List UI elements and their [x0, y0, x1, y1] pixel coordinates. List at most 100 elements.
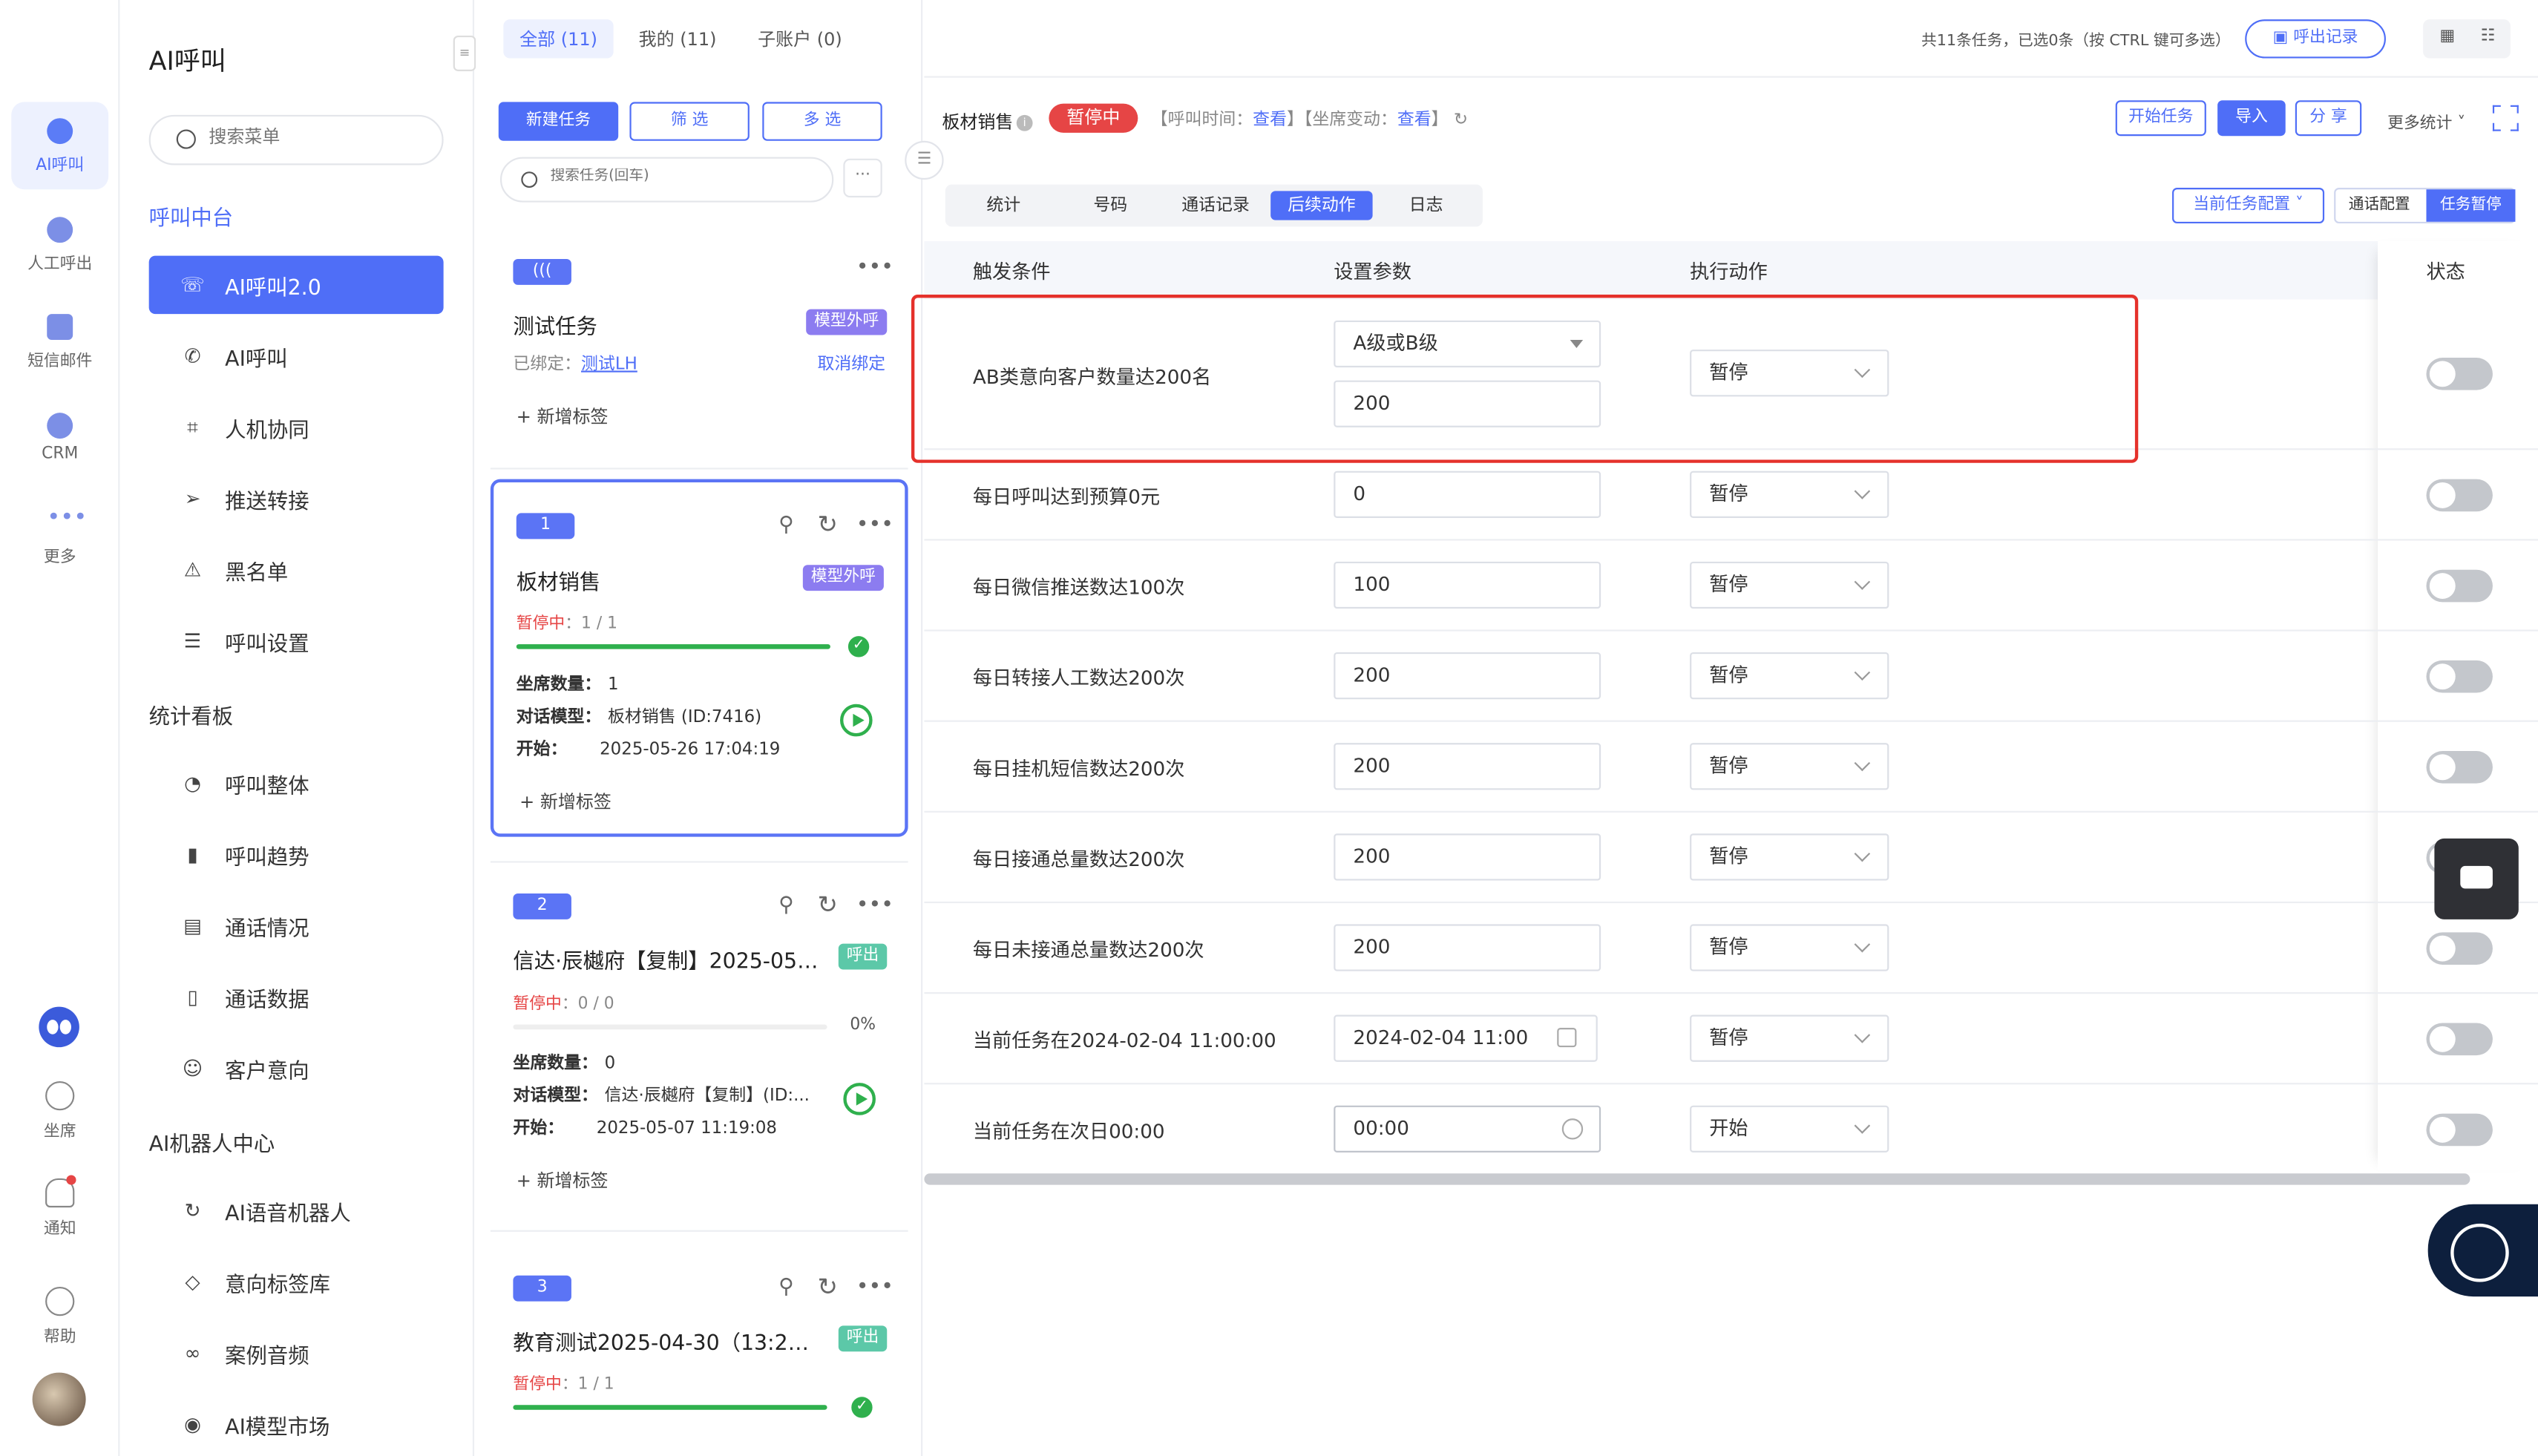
action-select[interactable]: 暂停 — [1690, 743, 1889, 790]
param-input[interactable]: 100 — [1334, 561, 1601, 609]
menu-item-intent-tags[interactable]: ◇ 意向标签库 — [149, 1253, 444, 1311]
menu-search[interactable] — [148, 114, 444, 165]
menu-item-model-market[interactable]: ◉ AI模型市场 — [149, 1395, 444, 1454]
menu-item-ai-call-2[interactable]: ☏ AI呼叫2.0 — [148, 255, 444, 315]
tab-numbers[interactable]: 号码 — [1069, 191, 1152, 220]
menu-item-call-status[interactable]: ▤ 通话情况 — [149, 896, 444, 955]
rail-more[interactable]: ••• 更多 — [11, 493, 108, 581]
refresh-icon[interactable]: ↻ — [1454, 110, 1468, 129]
menu-item-ai-call[interactable]: ✆ AI呼叫 — [149, 327, 444, 386]
status-toggle[interactable] — [2426, 479, 2493, 512]
param-input[interactable]: 200 — [1334, 833, 1601, 881]
seg-task-pause[interactable]: 任务暂停 — [2426, 189, 2516, 222]
task-more-button[interactable]: ··· — [843, 158, 882, 198]
menu-item-human-ai[interactable]: ⌗ 人机协同 — [149, 399, 444, 457]
param-input[interactable]: 200 — [1334, 924, 1601, 971]
panel-toggle-button[interactable]: ☰ — [905, 140, 944, 180]
task-search-input[interactable] — [550, 168, 810, 185]
multi-select-button[interactable]: 多 选 — [762, 102, 882, 141]
task-search[interactable] — [499, 157, 834, 203]
tab-sub-account[interactable]: 子账户 (0) — [741, 19, 858, 58]
collapse-menu-button[interactable]: ≡ — [453, 35, 476, 71]
more-dots-icon[interactable]: ••• — [856, 893, 893, 918]
play-icon[interactable] — [840, 704, 873, 737]
more-dots-icon[interactable]: ••• — [856, 256, 893, 281]
chat-float-button[interactable] — [2434, 838, 2519, 919]
task-card-2[interactable]: 2 ⚲ ↻ ••• 信达·辰樾府【复制】2025-05-... 呼出 暂停中：0… — [490, 873, 908, 1214]
tab-follow-up[interactable]: 后续动作 — [1270, 191, 1373, 220]
view-toggle[interactable]: ▦ ☷ — [2423, 19, 2511, 59]
phone-float-button[interactable] — [2427, 1204, 2538, 1297]
add-tag-button[interactable]: + 新增标签 — [517, 1167, 609, 1193]
rail-help[interactable]: 帮助 — [11, 1286, 108, 1347]
seg-call-config[interactable]: 通话配置 — [2335, 189, 2423, 222]
grid-view-icon[interactable]: ▦ — [2438, 27, 2457, 47]
param-input[interactable]: 200 — [1334, 743, 1601, 790]
status-toggle[interactable] — [2426, 751, 2493, 784]
menu-item-voice-robot[interactable]: ↻ AI语音机器人 — [149, 1181, 444, 1240]
avatar[interactable] — [32, 1372, 86, 1426]
refresh-icon[interactable]: ↻ — [817, 1272, 837, 1301]
horizontal-scrollbar[interactable] — [924, 1173, 2470, 1185]
menu-item-push-transfer[interactable]: ➢ 推送转接 — [149, 470, 444, 528]
task-card-3[interactable]: 3 ⚲ ↻ ••• 教育测试2025-04-30（13:20） 呼出 暂停中：1… — [490, 1256, 908, 1456]
bound-link[interactable]: 测试LH — [581, 355, 637, 374]
status-toggle[interactable] — [2426, 1113, 2493, 1147]
action-select[interactable]: 暂停 — [1690, 833, 1889, 881]
rail-manual-call[interactable]: 人工呼出 — [11, 200, 108, 288]
action-select[interactable]: 暂停 — [1690, 652, 1889, 700]
rail-seat[interactable]: 坐席 — [11, 1080, 108, 1141]
unbind-link[interactable]: 取消绑定 — [817, 351, 885, 376]
task-card-1[interactable]: 1 ⚲ ↻ ••• 板材销售 模型外呼 暂停中：1 / 1 ✓ 坐席数量： 1 对… — [490, 479, 908, 837]
menu-search-input[interactable] — [209, 126, 419, 148]
rail-ai-call[interactable]: AI呼叫 — [11, 102, 109, 190]
status-toggle[interactable] — [2426, 932, 2493, 965]
tab-call-records[interactable]: 通话记录 — [1172, 191, 1259, 220]
filter-button[interactable]: 筛 选 — [629, 102, 750, 141]
add-tag-button[interactable]: + 新增标签 — [517, 403, 609, 429]
new-task-button[interactable]: 新建任务 — [498, 102, 619, 141]
list-view-icon[interactable]: ☷ — [2478, 27, 2497, 47]
pin-icon[interactable]: ⚲ — [778, 893, 794, 918]
menu-item-case-audio[interactable]: ∞ 案例音频 — [149, 1324, 444, 1383]
add-tag-button[interactable]: + 新增标签 — [519, 788, 611, 814]
export-records-button[interactable]: ▣ 呼出记录 — [2245, 19, 2386, 59]
refresh-icon[interactable]: ↻ — [817, 510, 837, 539]
action-select[interactable]: 暂停 — [1690, 470, 1889, 518]
fullscreen-icon[interactable] — [2492, 105, 2519, 131]
more-dots-icon[interactable]: ••• — [856, 1276, 893, 1300]
menu-item-call-trend[interactable]: ▮ 呼叫趋势 — [149, 825, 444, 884]
date-picker[interactable]: 2024-02-04 11:00 — [1334, 1014, 1598, 1062]
menu-item-call-settings[interactable]: ☰ 呼叫设置 — [149, 611, 444, 670]
play-icon[interactable] — [843, 1083, 876, 1115]
status-toggle[interactable] — [2426, 569, 2493, 603]
time-picker[interactable]: 00:00 — [1334, 1105, 1601, 1152]
menu-item-call-overall[interactable]: ◔ 呼叫整体 — [149, 754, 444, 813]
more-dots-icon[interactable]: ••• — [856, 513, 893, 537]
rail-crm[interactable]: CRM — [11, 396, 108, 484]
status-toggle[interactable] — [2426, 358, 2493, 390]
tab-stats[interactable]: 统计 — [962, 191, 1046, 220]
action-select[interactable]: 开始 — [1690, 1105, 1889, 1152]
param-input[interactable]: 200 — [1334, 652, 1601, 700]
share-button[interactable]: 分 享 — [2295, 100, 2362, 137]
more-stats-dropdown[interactable]: 更多统计 ˅ — [2387, 108, 2465, 133]
pin-icon[interactable]: ⚲ — [778, 513, 794, 537]
action-select[interactable]: 暂停 — [1690, 561, 1889, 609]
rail-sms-mail[interactable]: 短信邮件 — [11, 298, 108, 385]
view-call-time-link[interactable]: 查看 — [1253, 110, 1287, 129]
rail-notify[interactable]: 通知 — [11, 1175, 108, 1239]
menu-item-customer-intent[interactable]: ☺ 客户意向 — [149, 1039, 444, 1098]
status-toggle[interactable] — [2426, 1023, 2493, 1056]
param-input[interactable]: 0 — [1334, 470, 1601, 518]
action-select[interactable]: 暂停 — [1690, 1014, 1889, 1062]
view-seat-change-link[interactable]: 查看 — [1397, 110, 1432, 129]
tab-mine[interactable]: 我的 (11) — [623, 19, 732, 58]
menu-item-blacklist[interactable]: ⚠ 黑名单 — [149, 540, 444, 599]
import-button[interactable]: 导入 — [2217, 100, 2286, 137]
action-select[interactable]: 暂停 — [1690, 924, 1889, 971]
menu-item-call-data[interactable]: ▯ 通话数据 — [149, 968, 444, 1026]
tab-log[interactable]: 日志 — [1386, 191, 1466, 220]
pin-icon[interactable]: ⚲ — [778, 1276, 794, 1300]
refresh-icon[interactable]: ↻ — [817, 891, 837, 919]
